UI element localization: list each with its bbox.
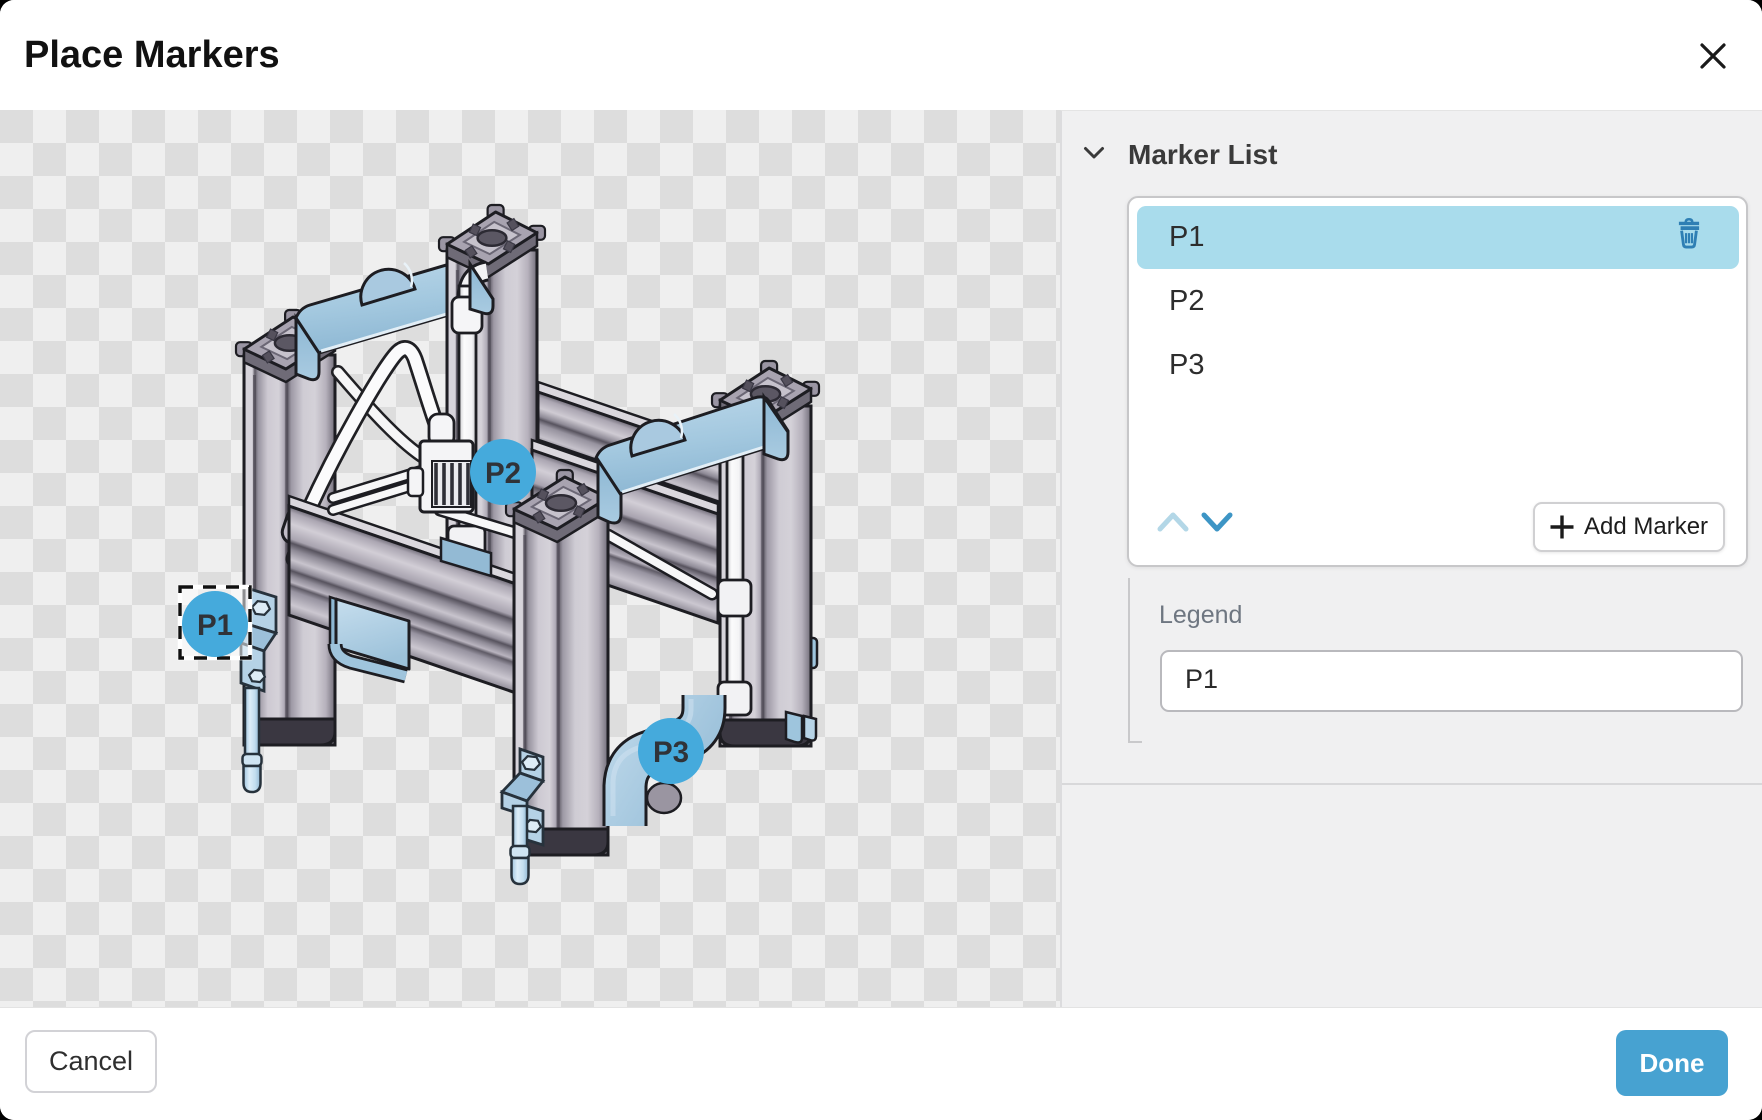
svg-text:P1: P1 [197, 609, 233, 642]
svg-text:P2: P2 [485, 457, 521, 490]
svg-text:P3: P3 [653, 736, 689, 769]
